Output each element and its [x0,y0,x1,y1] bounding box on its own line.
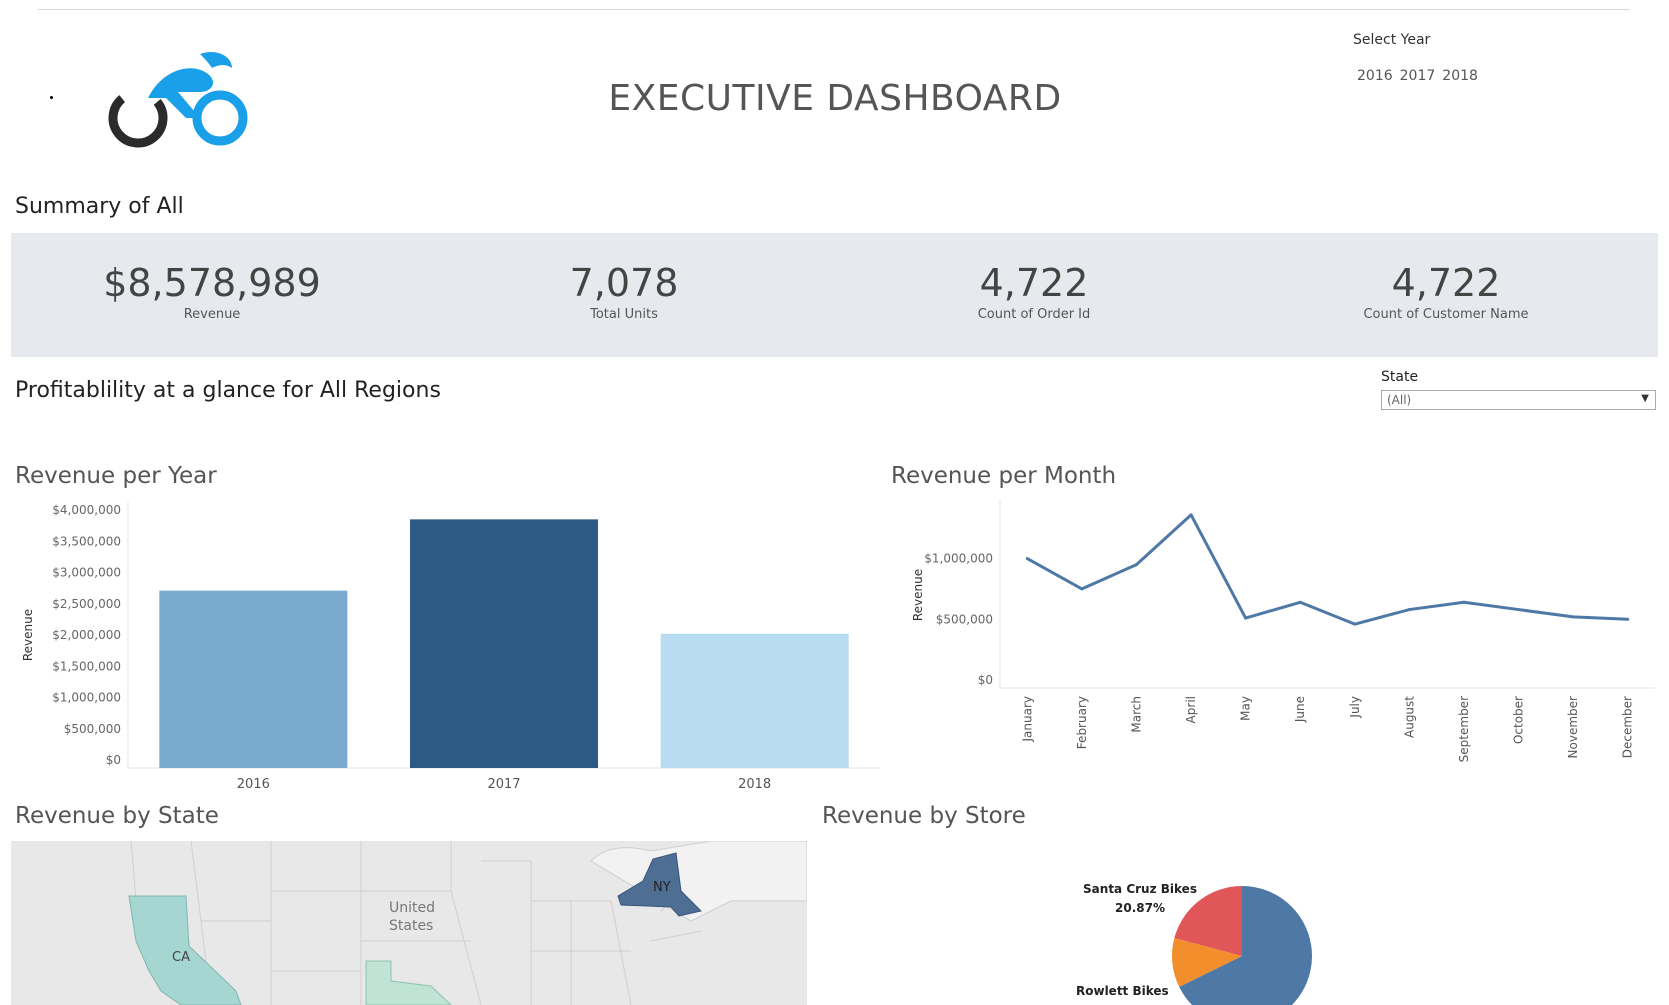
x-tick-label: December [1621,696,1635,758]
revenue-line [1026,513,1628,626]
kpi-value: 4,722 [1391,261,1501,305]
map-country-label-1: United [389,900,435,916]
x-tick-label: 2017 [487,777,520,792]
top-divider [38,9,1630,10]
dropdown-arrow-icon: ▼ [1641,393,1649,404]
y-tick-label: $1,500,000 [52,659,121,673]
us-map: CA NY United States [11,841,807,1005]
line-point-November [1571,615,1575,619]
bar-2016 [159,590,348,768]
decorative-dot [50,96,53,99]
revenue-per-month-chart: $0 $500,000 $1,000,000 Revenue January Februa… [911,500,1655,762]
profitability-heading: Profitablility at a glance for All Regio… [15,378,441,403]
year-option-2016[interactable]: 2016 [1357,68,1393,84]
x-tick-label: November [1566,696,1580,758]
kpi-label: Count of Order Id [977,306,1091,322]
x-tick-label: September [1457,696,1471,762]
map-label-ny: NY [653,880,671,895]
y-tick-label: $1,000,000 [924,552,993,566]
year-option-2017[interactable]: 2017 [1400,68,1436,84]
line-point-January [1025,557,1029,561]
summary-heading: Summary of All [15,194,184,219]
cyclist-logo-icon [108,51,248,148]
kpi-revenue: $8,578,989 Revenue [47,261,377,322]
y-tick-label: $0 [106,753,121,767]
x-tick-label: July [1348,696,1362,719]
y-tick-label: $3,500,000 [52,534,121,548]
line-point-September [1462,600,1466,604]
pie-label-name: Rowlett Bikes [1076,984,1169,998]
kpi-label: Revenue [183,306,241,322]
y-tick-label: $500,000 [936,612,993,626]
y-tick-label: $2,000,000 [52,628,121,642]
line-point-June [1298,600,1302,604]
y-tick-label: $4,000,000 [52,503,121,517]
revenue-by-state-map[interactable]: CA NY United States [11,841,807,1005]
pie-label-percent: 20.87% [1115,901,1165,915]
x-tick-label: October [1512,696,1526,744]
kpi-order-count: 4,722 Count of Order Id [869,261,1199,322]
y-axis-title: Revenue [21,609,35,661]
bar-2018 [660,633,849,768]
x-tick-label: 2018 [738,777,771,792]
x-tick-label: August [1402,696,1416,738]
line-point-April [1189,513,1193,517]
revenue-by-store-title: Revenue by Store [822,803,1026,829]
x-tick-label: March [1129,696,1143,733]
pie-label-name: Santa Cruz Bikes [1083,882,1197,896]
line-point-July [1353,622,1357,626]
x-tick-label: June [1293,696,1307,723]
line-point-August [1407,608,1411,612]
bar-2017 [410,519,598,768]
revenue-per-year-chart: $0 $500,000 $1,000,000 $1,500,000 $2,000,000… [21,502,880,792]
state-filter-dropdown[interactable]: (All) ▼ [1381,390,1656,410]
state-filter-value: (All) [1387,393,1412,407]
select-year-label: Select Year [1353,32,1431,48]
kpi-label: Count of Customer Name [1363,306,1529,322]
x-tick-label: January [1020,696,1034,743]
kpi-value: 7,078 [569,261,679,305]
revenue-per-year-title: Revenue per Year [15,463,217,489]
year-option-2018[interactable]: 2018 [1442,68,1478,84]
kpi-customer-count: 4,722 Count of Customer Name [1281,261,1611,322]
year-filter: 2016 2017 2018 [1357,68,1478,84]
kpi-value: 4,722 [979,261,1089,305]
kpi-total-units: 7,078 Total Units [459,261,789,322]
y-tick-label: $500,000 [64,722,121,736]
x-tick-label: February [1075,696,1089,749]
y-tick-label: $0 [978,673,993,687]
x-tick-label: May [1239,696,1253,721]
line-point-March [1134,563,1138,567]
kpi-band: $8,578,989 Revenue 7,078 Total Units 4,7… [11,233,1658,357]
dashboard-title: EXECUTIVE DASHBOARD [608,78,1062,119]
y-axis-title: Revenue [911,569,925,621]
y-tick-label: $2,500,000 [52,597,121,611]
revenue-by-store-chart: Santa Cruz Bikes 20.87% Rowlett Bikes [1076,882,1312,1005]
y-tick-label: $1,000,000 [52,691,121,705]
line-point-December [1626,617,1630,621]
revenue-per-month-title: Revenue per Month [891,463,1117,489]
state-filter-label: State [1381,369,1419,385]
x-tick-label: April [1184,696,1198,723]
map-label-ca: CA [172,950,190,965]
kpi-label: Total Units [590,306,658,322]
kpi-value: $8,578,989 [103,261,321,305]
line-point-May [1244,616,1248,620]
y-tick-label: $3,000,000 [52,566,121,580]
line-point-October [1517,608,1521,612]
x-tick-label: 2016 [237,777,270,792]
revenue-by-state-title: Revenue by State [15,803,219,829]
line-point-February [1080,587,1084,591]
map-country-label-2: States [389,918,433,934]
